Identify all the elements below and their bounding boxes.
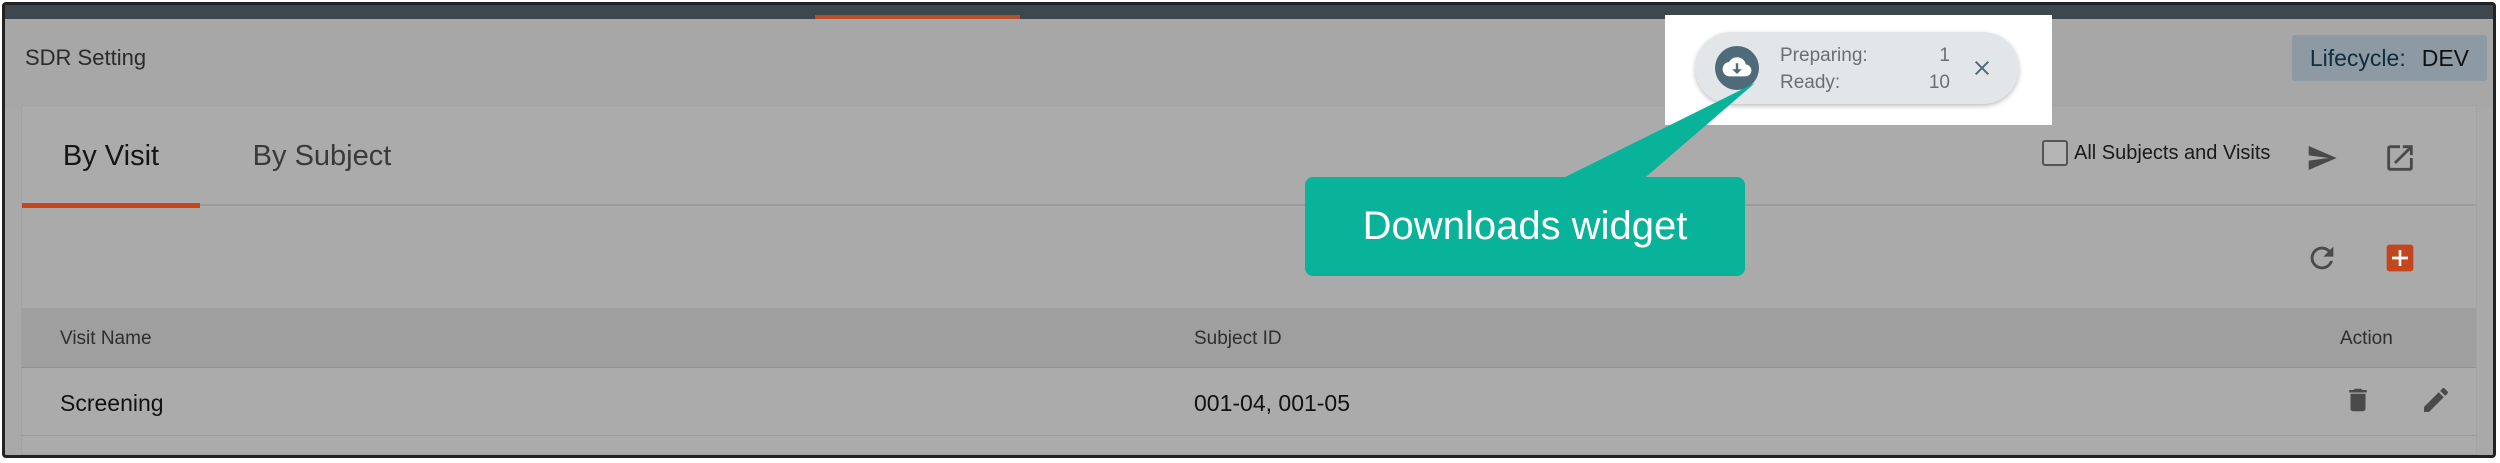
downloads-widget-callout: Downloads widget xyxy=(1305,177,1745,276)
refresh-icon xyxy=(2310,246,2334,270)
open-in-new-icon xyxy=(2387,145,2413,171)
main-panel: By Visit By Subject All Subjects and Vis… xyxy=(21,105,2477,455)
trash-icon xyxy=(2349,388,2367,412)
app-window: SDR Setting Lifecycle: DEV By Visit By S… xyxy=(2,2,2496,458)
all-subjects-checkbox[interactable] xyxy=(2042,140,2068,166)
downloads-preparing-row: Preparing: 1 xyxy=(1780,42,1950,69)
cloud-download-icon xyxy=(1715,46,1759,90)
cell-visit-name: Screening xyxy=(60,390,164,416)
tab-by-subject-label: By Subject xyxy=(252,139,392,172)
lifecycle-badge: Lifecycle: DEV xyxy=(2291,35,2487,81)
add-icon xyxy=(2386,244,2414,272)
downloads-close-button[interactable] xyxy=(1963,49,2001,87)
page-header: SDR Setting Lifecycle: DEV xyxy=(5,19,2493,109)
tab-bar: By Visit By Subject All Subjects and Vis… xyxy=(22,106,2476,208)
delete-button[interactable] xyxy=(2336,378,2380,422)
lifecycle-value: DEV xyxy=(2421,44,2469,71)
send-icon xyxy=(2308,146,2337,170)
ready-label: Ready: xyxy=(1780,72,1841,93)
ready-count: 10 xyxy=(1928,72,1950,93)
preparing-count: 1 xyxy=(1939,45,1950,66)
table-toolbar xyxy=(22,208,2476,308)
all-subjects-label: All Subjects and Visits xyxy=(2074,141,2271,164)
table-header: Visit Name Subject ID Action xyxy=(22,308,2476,368)
page-title: SDR Setting xyxy=(25,45,147,70)
downloads-ready-row: Ready: 10 xyxy=(1780,69,1950,96)
top-nav-bar xyxy=(5,5,2493,19)
close-icon xyxy=(1975,61,1989,75)
callout-text: Downloads widget xyxy=(1362,204,1688,248)
tab-by-visit[interactable]: By Visit xyxy=(22,106,200,208)
all-subjects-checkbox-group[interactable]: All Subjects and Visits xyxy=(2042,140,2270,166)
send-button[interactable] xyxy=(2300,136,2344,180)
column-visit-name[interactable]: Visit Name xyxy=(60,328,152,350)
downloads-widget[interactable]: Preparing: 1 Ready: 10 xyxy=(1695,32,2019,104)
add-button[interactable] xyxy=(2378,236,2422,280)
lifecycle-label: Lifecycle: xyxy=(2309,44,2406,71)
column-action: Action xyxy=(2340,328,2393,349)
table-row[interactable]: Screening 001-04, 001-05 xyxy=(22,368,2476,436)
tab-by-visit-label: By Visit xyxy=(62,139,160,172)
pencil-icon xyxy=(2424,387,2449,412)
edit-button[interactable] xyxy=(2414,378,2458,422)
open-external-button[interactable] xyxy=(2378,136,2422,180)
cell-subject-id: 001-04, 001-05 xyxy=(1194,390,1351,416)
refresh-button[interactable] xyxy=(2300,236,2344,280)
column-subject-id[interactable]: Subject ID xyxy=(1194,328,1282,350)
downloads-status: Preparing: 1 Ready: 10 xyxy=(1780,42,1950,96)
preparing-label: Preparing: xyxy=(1780,45,1868,66)
tab-by-subject[interactable]: By Subject xyxy=(222,106,422,206)
